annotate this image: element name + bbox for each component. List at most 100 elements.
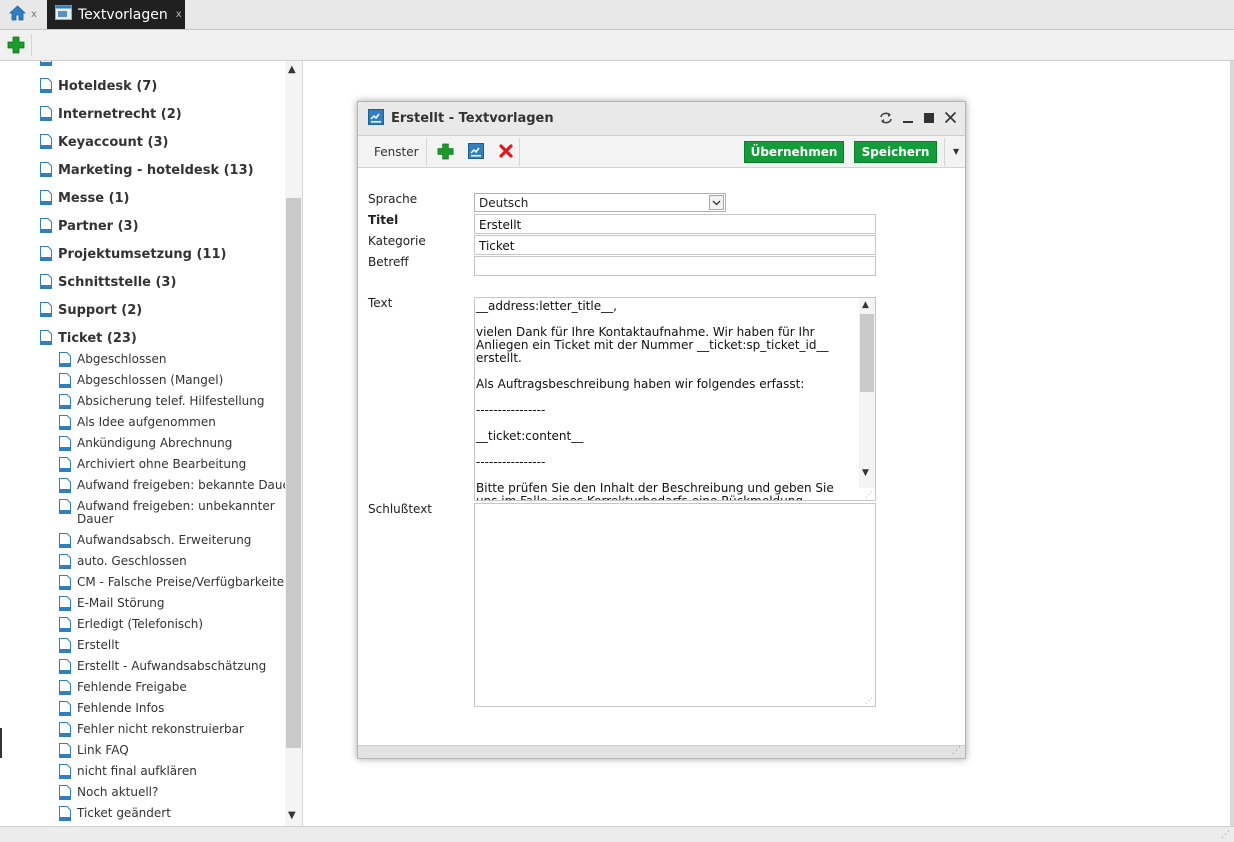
toolbar-divider	[519, 138, 520, 166]
tree-item[interactable]: Link FAQ	[59, 743, 285, 761]
resize-grip-icon[interactable]: ⋰	[865, 696, 873, 705]
tree-item[interactable]: Erstellt	[59, 638, 285, 656]
tree-item[interactable]: Absicherung telef. Hilfestellung	[59, 394, 285, 412]
tree-item-label: Als Idee aufgenommen	[77, 416, 216, 429]
scroll-up-icon[interactable]: ▲	[288, 64, 296, 75]
minimize-icon[interactable]	[902, 112, 914, 127]
tree-item[interactable]: Ankündigung Abrechnung	[59, 436, 285, 454]
text-field-content: __address:letter_title__, vielen Dank fü…	[476, 299, 834, 501]
app-statusbar: ⋰	[0, 826, 1234, 842]
schlusstext-field[interactable]: ⋰	[474, 503, 876, 707]
textvorlagen-dialog: Erstellt - Textvorlagen Fenster Übernehm…	[357, 101, 966, 759]
tree-item[interactable]: Fehlende Freigabe	[59, 680, 285, 698]
scroll-up-icon[interactable]: ▲	[862, 300, 869, 310]
resize-grip-icon[interactable]: ⋰	[952, 746, 961, 756]
text-scrollbar[interactable]: ▲ ▼	[859, 298, 875, 488]
document-icon	[59, 575, 71, 593]
tree-category-projektumsetzung[interactable]: Projektumsetzung (11)	[40, 246, 226, 265]
add-icon[interactable]	[437, 143, 454, 163]
tree-scrollbar-thumb[interactable]	[286, 198, 301, 748]
template-icon[interactable]	[468, 143, 484, 162]
tree-category-messe[interactable]: Messe (1)	[40, 190, 130, 209]
tree-category-schnittstelle[interactable]: Schnittstelle (3)	[40, 274, 177, 293]
tree-item-label: Abgeschlossen	[77, 353, 167, 366]
tree-item[interactable]: Ticket geändert	[59, 806, 285, 824]
apply-button[interactable]: Übernehmen	[744, 141, 844, 163]
refresh-icon[interactable]	[879, 112, 893, 127]
tree-scrollbar[interactable]: ▲ ▼	[285, 61, 302, 826]
tree-category-hoteldesk[interactable]: Hoteldesk (7)	[40, 78, 158, 97]
fenster-menu[interactable]: Fenster	[374, 145, 419, 159]
tree-category-label: Schnittstelle (3)	[58, 275, 177, 290]
tree-category-ticket[interactable]: Ticket (23)	[40, 330, 137, 349]
tree-category-internetrecht[interactable]: Internetrecht (2)	[40, 106, 182, 125]
tree-item[interactable]: Fehlende Infos	[59, 701, 285, 719]
dialog-titlebar[interactable]: Erstellt - Textvorlagen	[358, 102, 965, 136]
tree-item[interactable]: nicht final aufklären	[59, 764, 285, 782]
tree-item[interactable]: Fehler nicht rekonstruierbar	[59, 722, 285, 740]
tree-item[interactable]: Noch aktuell?	[59, 785, 285, 803]
scroll-down-icon[interactable]: ▼	[862, 468, 869, 478]
tree-item-label: Aufwand freigeben: unbekannter Dauer	[77, 500, 275, 526]
chevron-down-icon[interactable]: ▼	[953, 147, 959, 156]
titel-field[interactable]: Erstellt	[474, 214, 876, 234]
tree-item[interactable]: Als Idee aufgenommen	[59, 415, 285, 433]
home-icon[interactable]	[8, 5, 27, 24]
tree-item-label: Ticket geändert	[77, 807, 171, 820]
tree-item[interactable]: Erledigt (Telefonisch)	[59, 617, 285, 635]
add-icon[interactable]	[7, 36, 25, 57]
close-icon[interactable]	[944, 111, 957, 127]
tree-category-keyaccount[interactable]: Keyaccount (3)	[40, 134, 168, 153]
maximize-icon[interactable]	[923, 112, 935, 127]
tree-item[interactable]: Archiviert ohne Bearbeitung	[59, 457, 285, 475]
tree-item-label: Erledigt (Telefonisch)	[77, 618, 204, 631]
document-icon	[59, 785, 71, 803]
tab-home-close[interactable]: x	[31, 9, 37, 20]
tree-item-label: Fehlende Freigabe	[77, 681, 187, 694]
tree-item[interactable]: Aufwand freigeben: unbekannter Dauer	[59, 499, 285, 526]
tab-textvorlagen-label: Textvorlagen	[78, 6, 168, 23]
tree-item[interactable]: auto. Geschlossen	[59, 554, 285, 572]
document-icon	[59, 436, 71, 454]
tree-item-label: Absicherung telef. Hilfestellung	[77, 395, 265, 408]
tree-item-label: Fehlende Infos	[77, 702, 165, 715]
betreff-field[interactable]	[474, 256, 876, 276]
document-icon	[59, 743, 71, 761]
textvorlagen-tab-icon	[55, 5, 72, 24]
scroll-down-icon[interactable]: ▼	[288, 810, 296, 821]
document-icon	[40, 246, 52, 265]
resize-grip-icon[interactable]: ⋰	[1221, 830, 1230, 840]
dialog-statusbar: ⋰	[358, 745, 965, 758]
toolbar-divider	[31, 34, 32, 56]
tree-item[interactable]: E-Mail Störung	[59, 596, 285, 614]
tree-item-label: Ankündigung Abrechnung	[77, 437, 233, 450]
tab-textvorlagen-close[interactable]: x	[176, 9, 182, 20]
tree-item-label: Erstellt - Aufwandsabschätzung	[77, 660, 267, 673]
tree-item[interactable]: Erstellt - Aufwandsabschätzung	[59, 659, 285, 677]
document-icon	[59, 352, 71, 370]
tree-item[interactable]: CM - Falsche Preise/Verfügbarkeiten	[59, 575, 285, 593]
text-scrollbar-thumb[interactable]	[860, 314, 874, 392]
tree-item[interactable]: Abgeschlossen (Mangel)	[59, 373, 285, 391]
delete-icon[interactable]	[499, 144, 513, 161]
document-icon	[59, 617, 71, 635]
document-icon	[59, 415, 71, 433]
chevron-down-icon[interactable]	[709, 195, 724, 210]
tree-category-label: Support (2)	[58, 303, 143, 318]
resize-grip-icon[interactable]: ⋰	[865, 490, 873, 499]
tree-category-label: Hoteldesk (7)	[58, 79, 158, 94]
tree-item[interactable]: Aufwand freigeben: bekannte Dauer	[59, 478, 285, 496]
tree-category-marketing[interactable]: Marketing - hoteldesk (13)	[40, 162, 254, 181]
save-button[interactable]: Speichern	[854, 141, 937, 163]
tree-category-partner[interactable]: Partner (3)	[40, 218, 139, 237]
right-edge-bar	[1230, 61, 1234, 826]
tree-category-support[interactable]: Support (2)	[40, 302, 143, 321]
tree-item-label: CM - Falsche Preise/Verfügbarkeiten	[77, 576, 285, 589]
tab-textvorlagen[interactable]: Textvorlagen x	[47, 0, 185, 29]
tree-item[interactable]: Aufwandsabsch. Erweiterung	[59, 533, 285, 551]
text-field[interactable]: __address:letter_title__, vielen Dank fü…	[474, 297, 876, 501]
tree-item[interactable]: Abgeschlossen	[59, 352, 285, 370]
tab-home[interactable]: x	[2, 0, 42, 29]
kategorie-field[interactable]: Ticket	[474, 235, 876, 255]
sprache-select[interactable]: Deutsch	[474, 193, 726, 212]
